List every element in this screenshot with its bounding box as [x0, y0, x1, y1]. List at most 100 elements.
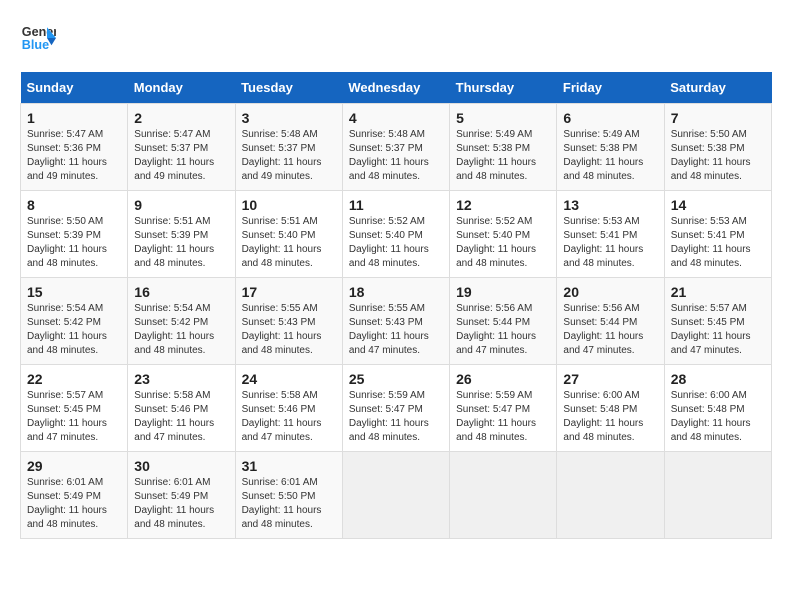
calendar-cell: 6 Sunrise: 5:49 AMSunset: 5:38 PMDaylight…: [557, 104, 664, 191]
calendar-cell: 16 Sunrise: 5:54 AMSunset: 5:42 PMDayligh…: [128, 278, 235, 365]
calendar-cell: [342, 452, 449, 539]
day-info: Sunrise: 5:47 AMSunset: 5:36 PMDaylight:…: [27, 128, 121, 184]
day-info: Sunrise: 5:48 AMSunset: 5:37 PMDaylight:…: [242, 128, 336, 184]
header-saturday: Saturday: [664, 72, 771, 104]
calendar-week-row: 22 Sunrise: 5:57 AMSunset: 5:45 PMDayligh…: [21, 365, 772, 452]
day-number: 18: [349, 284, 443, 300]
calendar-cell: 25 Sunrise: 5:59 AMSunset: 5:47 PMDayligh…: [342, 365, 449, 452]
day-number: 19: [456, 284, 550, 300]
day-info: Sunrise: 5:51 AMSunset: 5:40 PMDaylight:…: [242, 215, 336, 271]
day-number: 5: [456, 110, 550, 126]
calendar-cell: 23Sunrise: 5:58 AMSunset: 5:46 PMDayligh…: [128, 365, 235, 452]
calendar-week-row: 8Sunrise: 5:50 AMSunset: 5:39 PMDaylight…: [21, 191, 772, 278]
calendar-week-row: 1Sunrise: 5:47 AMSunset: 5:36 PMDaylight…: [21, 104, 772, 191]
calendar-cell: 13 Sunrise: 5:53 AMSunset: 5:41 PMDayligh…: [557, 191, 664, 278]
day-number: 26: [456, 371, 550, 387]
day-info: Sunrise: 5:49 AMSunset: 5:38 PMDaylight:…: [563, 128, 657, 184]
day-number: 12: [456, 197, 550, 213]
calendar-cell: 24Sunrise: 5:58 AMSunset: 5:46 PMDayligh…: [235, 365, 342, 452]
day-info: Sunrise: 5:52 AMSunset: 5:40 PMDaylight:…: [456, 215, 550, 271]
calendar-cell: 1Sunrise: 5:47 AMSunset: 5:36 PMDaylight…: [21, 104, 128, 191]
day-info: Sunrise: 5:52 AMSunset: 5:40 PMDaylight:…: [349, 215, 443, 271]
day-info: Sunrise: 5:55 AMSunset: 5:43 PMDaylight:…: [242, 302, 336, 358]
calendar-cell: 18 Sunrise: 5:55 AMSunset: 5:43 PMDayligh…: [342, 278, 449, 365]
calendar-cell: 4 Sunrise: 5:48 AMSunset: 5:37 PMDaylight…: [342, 104, 449, 191]
day-info: Sunrise: 5:56 AMSunset: 5:44 PMDaylight:…: [456, 302, 550, 358]
day-info: Sunrise: 5:48 AMSunset: 5:37 PMDaylight:…: [349, 128, 443, 184]
day-number: 17: [242, 284, 336, 300]
day-info: Sunrise: 5:59 AMSunset: 5:47 PMDaylight:…: [456, 389, 550, 445]
day-number: 2: [134, 110, 228, 126]
day-number: 3: [242, 110, 336, 126]
header-friday: Friday: [557, 72, 664, 104]
day-info: Sunrise: 5:56 AMSunset: 5:44 PMDaylight:…: [563, 302, 657, 358]
calendar-cell: 17 Sunrise: 5:55 AMSunset: 5:43 PMDayligh…: [235, 278, 342, 365]
day-number: 31: [242, 458, 336, 474]
day-info: Sunrise: 5:49 AMSunset: 5:38 PMDaylight:…: [456, 128, 550, 184]
day-info: Sunrise: 5:47 AMSunset: 5:37 PMDaylight:…: [134, 128, 228, 184]
calendar-cell: 14 Sunrise: 5:53 AMSunset: 5:41 PMDayligh…: [664, 191, 771, 278]
day-number: 14: [671, 197, 765, 213]
calendar-cell: 3 Sunrise: 5:48 AMSunset: 5:37 PMDaylight…: [235, 104, 342, 191]
calendar-cell: 10 Sunrise: 5:51 AMSunset: 5:40 PMDayligh…: [235, 191, 342, 278]
day-number: 22: [27, 371, 121, 387]
day-info: Sunrise: 5:55 AMSunset: 5:43 PMDaylight:…: [349, 302, 443, 358]
calendar-table: Sunday Monday Tuesday Wednesday Thursday…: [20, 72, 772, 539]
day-number: 13: [563, 197, 657, 213]
day-number: 25: [349, 371, 443, 387]
header-row: Sunday Monday Tuesday Wednesday Thursday…: [21, 72, 772, 104]
day-info: Sunrise: 5:58 AMSunset: 5:46 PMDaylight:…: [242, 389, 336, 445]
day-number: 9: [134, 197, 228, 213]
day-number: 7: [671, 110, 765, 126]
day-info: Sunrise: 5:54 AMSunset: 5:42 PMDaylight:…: [27, 302, 121, 358]
day-info: Sunrise: 5:51 AMSunset: 5:39 PMDaylight:…: [134, 215, 228, 271]
calendar-cell: 2 Sunrise: 5:47 AMSunset: 5:37 PMDaylight…: [128, 104, 235, 191]
day-number: 28: [671, 371, 765, 387]
calendar-week-row: 15 Sunrise: 5:54 AMSunset: 5:42 PMDayligh…: [21, 278, 772, 365]
day-number: 6: [563, 110, 657, 126]
day-info: Sunrise: 5:57 AMSunset: 5:45 PMDaylight:…: [27, 389, 121, 445]
calendar-cell: 19 Sunrise: 5:56 AMSunset: 5:44 PMDayligh…: [450, 278, 557, 365]
day-number: 21: [671, 284, 765, 300]
calendar-cell: 15 Sunrise: 5:54 AMSunset: 5:42 PMDayligh…: [21, 278, 128, 365]
calendar-cell: 20 Sunrise: 5:56 AMSunset: 5:44 PMDayligh…: [557, 278, 664, 365]
day-number: 23: [134, 371, 228, 387]
header-tuesday: Tuesday: [235, 72, 342, 104]
day-number: 20: [563, 284, 657, 300]
calendar-cell: 26 Sunrise: 5:59 AMSunset: 5:47 PMDayligh…: [450, 365, 557, 452]
day-number: 11: [349, 197, 443, 213]
header-monday: Monday: [128, 72, 235, 104]
day-info: Sunrise: 5:53 AMSunset: 5:41 PMDaylight:…: [671, 215, 765, 271]
day-number: 15: [27, 284, 121, 300]
day-info: Sunrise: 5:59 AMSunset: 5:47 PMDaylight:…: [349, 389, 443, 445]
calendar-cell: 31 Sunrise: 6:01 AMSunset: 5:50 PMDayligh…: [235, 452, 342, 539]
calendar-cell: [450, 452, 557, 539]
day-info: Sunrise: 6:01 AMSunset: 5:49 PMDaylight:…: [134, 476, 228, 532]
calendar-cell: 28Sunrise: 6:00 AMSunset: 5:48 PMDayligh…: [664, 365, 771, 452]
day-number: 4: [349, 110, 443, 126]
calendar-cell: 7 Sunrise: 5:50 AMSunset: 5:38 PMDaylight…: [664, 104, 771, 191]
logo: General Blue: [20, 20, 56, 56]
calendar-cell: 12 Sunrise: 5:52 AMSunset: 5:40 PMDayligh…: [450, 191, 557, 278]
calendar-cell: [664, 452, 771, 539]
header-sunday: Sunday: [21, 72, 128, 104]
day-number: 30: [134, 458, 228, 474]
calendar-cell: [557, 452, 664, 539]
day-info: Sunrise: 6:00 AMSunset: 5:48 PMDaylight:…: [563, 389, 657, 445]
logo-icon: General Blue: [20, 20, 56, 56]
calendar-cell: 22 Sunrise: 5:57 AMSunset: 5:45 PMDayligh…: [21, 365, 128, 452]
day-info: Sunrise: 5:54 AMSunset: 5:42 PMDaylight:…: [134, 302, 228, 358]
calendar-cell: 5 Sunrise: 5:49 AMSunset: 5:38 PMDaylight…: [450, 104, 557, 191]
day-number: 10: [242, 197, 336, 213]
day-info: Sunrise: 5:53 AMSunset: 5:41 PMDaylight:…: [563, 215, 657, 271]
day-info: Sunrise: 6:01 AMSunset: 5:50 PMDaylight:…: [242, 476, 336, 532]
day-info: Sunrise: 5:50 AMSunset: 5:38 PMDaylight:…: [671, 128, 765, 184]
day-number: 16: [134, 284, 228, 300]
calendar-cell: 11 Sunrise: 5:52 AMSunset: 5:40 PMDayligh…: [342, 191, 449, 278]
calendar-cell: 29Sunrise: 6:01 AMSunset: 5:49 PMDayligh…: [21, 452, 128, 539]
calendar-cell: 9 Sunrise: 5:51 AMSunset: 5:39 PMDaylight…: [128, 191, 235, 278]
calendar-cell: 30 Sunrise: 6:01 AMSunset: 5:49 PMDayligh…: [128, 452, 235, 539]
day-number: 8: [27, 197, 121, 213]
day-info: Sunrise: 5:57 AMSunset: 5:45 PMDaylight:…: [671, 302, 765, 358]
header-wednesday: Wednesday: [342, 72, 449, 104]
